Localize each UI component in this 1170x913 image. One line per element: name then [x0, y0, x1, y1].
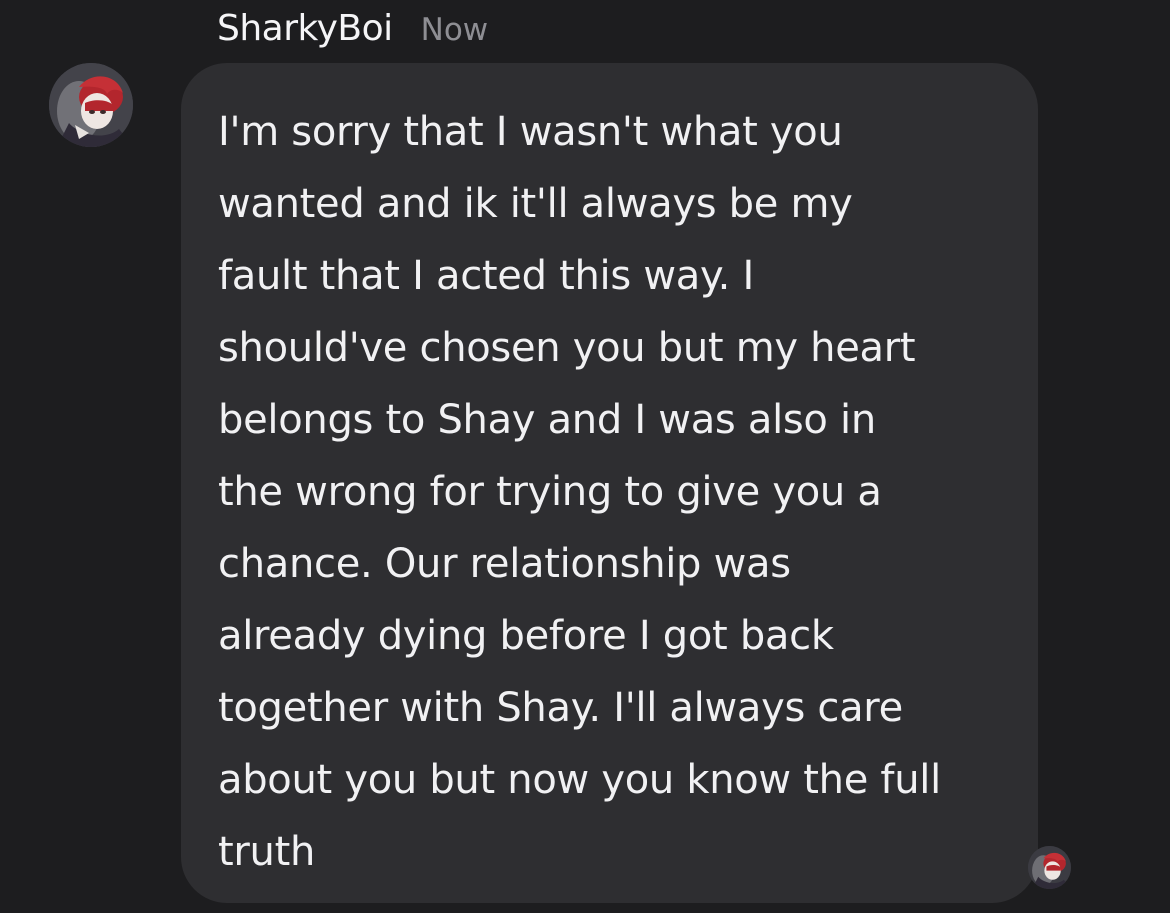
sender-name[interactable]: SharkyBoi: [217, 8, 393, 49]
message-line: should've chosen you but my heart: [218, 325, 916, 371]
message-line: about you but now you know the full: [218, 757, 941, 803]
message-line: I'm sorry that I wasn't what you: [218, 109, 843, 155]
message-line: belongs to Shay and I was also in: [218, 397, 876, 443]
message-line: the wrong for trying to give you a: [218, 469, 882, 515]
message-line: together with Shay. I'll always care: [218, 685, 903, 731]
read-receipt-avatar-icon: [1028, 846, 1071, 889]
message-header: SharkyBoi Now: [217, 8, 488, 60]
message-line: truth: [218, 829, 316, 875]
message-body: I'm sorry that I wasn't what you wanted …: [218, 96, 1018, 888]
message-line: already dying before I got back: [218, 613, 834, 659]
message-line: fault that I acted this way. I: [218, 253, 754, 299]
user-avatar-icon[interactable]: [49, 63, 133, 147]
message-line: wanted and ik it'll always be my: [218, 181, 853, 227]
message-line: chance. Our relationship was: [218, 541, 791, 587]
message-timestamp: Now: [420, 12, 489, 48]
message-bubble[interactable]: I'm sorry that I wasn't what you wanted …: [181, 63, 1038, 903]
